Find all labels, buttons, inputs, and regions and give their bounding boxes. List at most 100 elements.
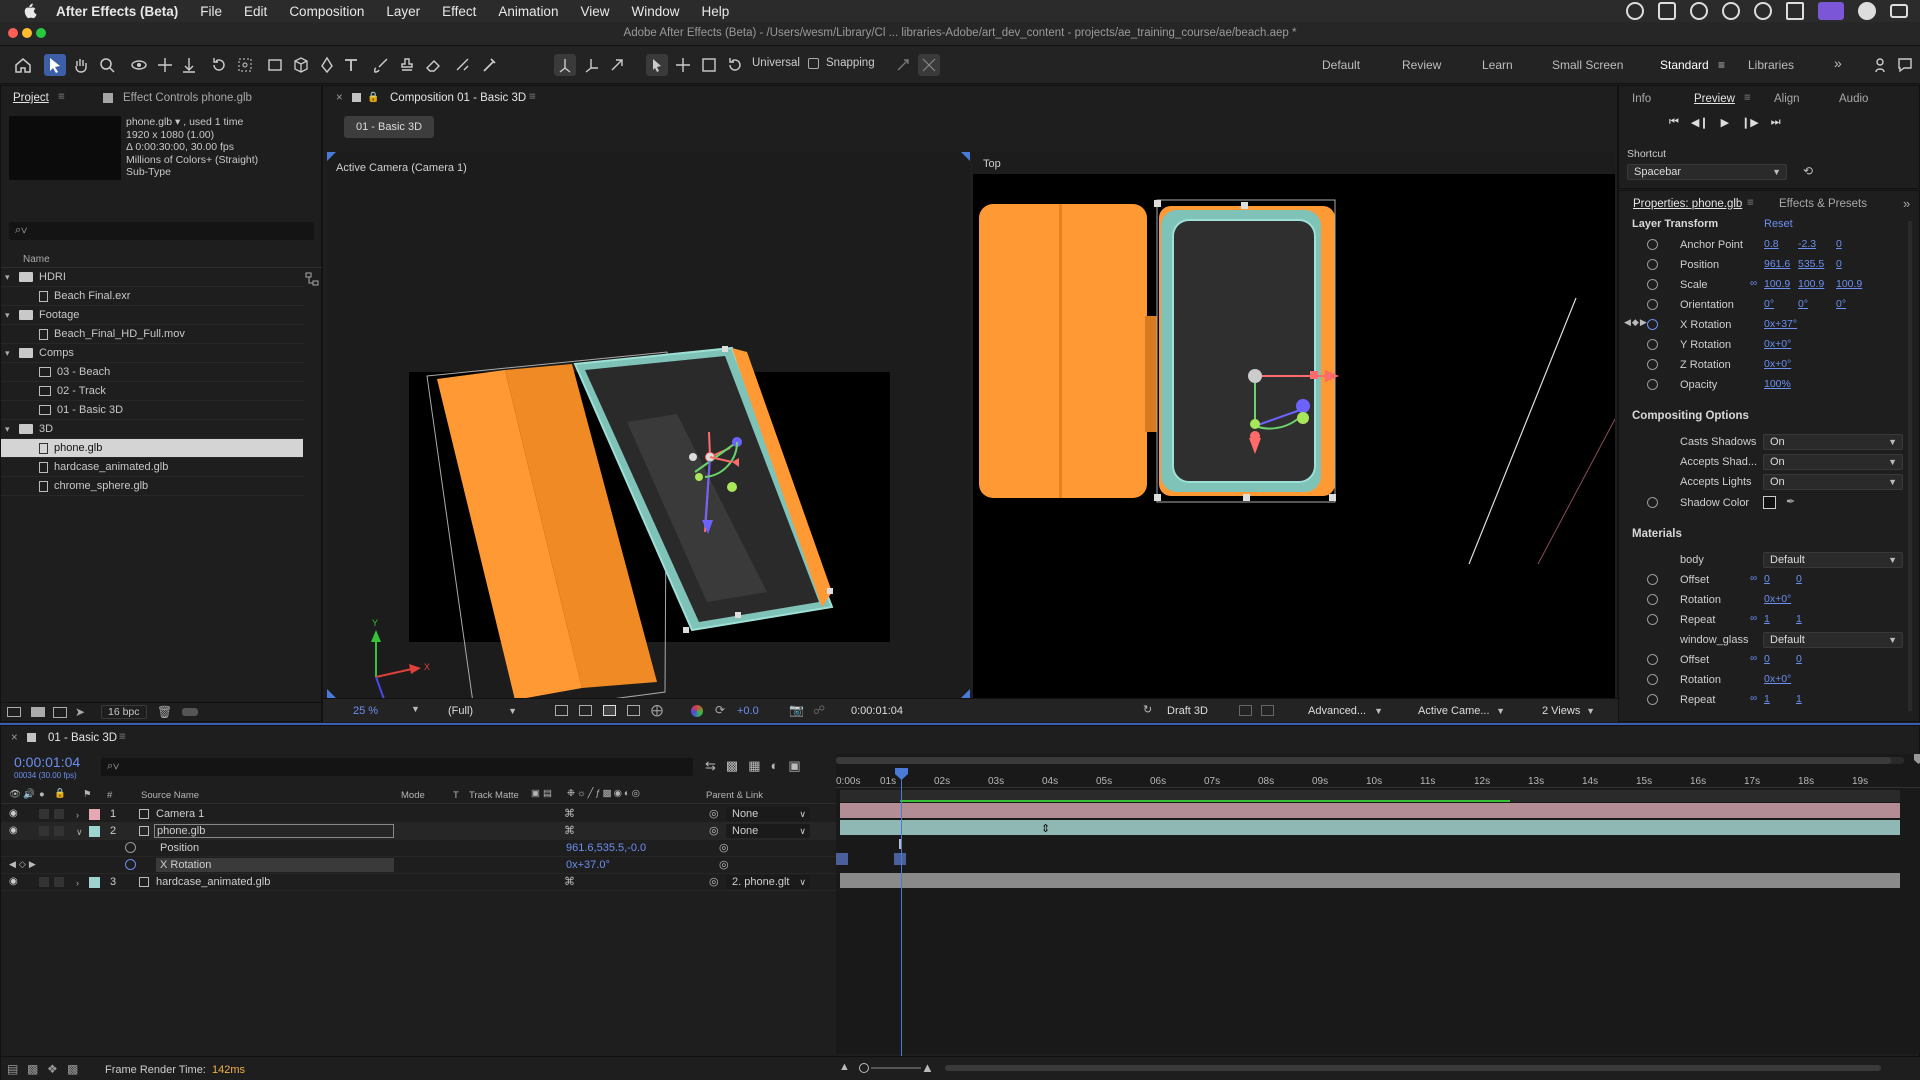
preview-tab[interactable]: Preview xyxy=(1694,93,1735,105)
stopwatch-icon[interactable] xyxy=(1647,654,1658,665)
property-value[interactable]: 0x+0° xyxy=(1764,593,1791,605)
new-folder-icon[interactable] xyxy=(31,707,45,717)
eyedropper-icon[interactable]: ✒ xyxy=(1786,495,1795,508)
name-column-header[interactable]: Name xyxy=(23,254,50,265)
pan-tool-icon[interactable] xyxy=(154,54,176,76)
rotate-tool-icon[interactable] xyxy=(208,54,230,76)
visibility-eye-icon[interactable]: ◉ xyxy=(9,876,18,887)
workspace-learn[interactable]: Learn xyxy=(1482,58,1513,72)
home-icon[interactable] xyxy=(12,54,34,76)
keyframe-navigator-icon[interactable]: ◀◇▶ xyxy=(9,859,39,870)
shortcut-dropdown[interactable]: Spacebar ▼ xyxy=(1627,164,1787,180)
project-item-row[interactable]: Beach Final.exr xyxy=(1,287,305,306)
zoom-tool-icon[interactable] xyxy=(96,54,118,76)
property-value[interactable]: 0x+37° xyxy=(1764,318,1797,330)
constrain-proportions-icon[interactable]: ∞ xyxy=(1750,278,1757,289)
lock-icon[interactable]: 🔒 xyxy=(367,92,379,103)
mode-header[interactable]: Mode xyxy=(401,790,425,801)
folder-row[interactable]: ▾ Footage xyxy=(1,306,305,325)
camera-layer-bar[interactable] xyxy=(840,803,1900,818)
renderer-icon[interactable]: ↻ xyxy=(1143,703,1152,716)
phone-layer-bar[interactable] xyxy=(840,820,1900,835)
chat-icon[interactable] xyxy=(1894,54,1916,76)
parent-dropdown[interactable]: 2. phone.glt ∨ xyxy=(726,875,810,889)
snap-options-icon[interactable] xyxy=(892,54,914,76)
menu-effect[interactable]: Effect xyxy=(442,4,476,19)
project-item-row[interactable]: 01 - Basic 3D xyxy=(1,401,305,420)
extended-viewer-icon[interactable] xyxy=(1261,705,1274,716)
compositing-dropdown[interactable]: On ▼ xyxy=(1763,454,1903,470)
solo-icon[interactable]: ● xyxy=(39,789,45,800)
local-axis-icon[interactable] xyxy=(554,54,576,76)
bluetooth-icon[interactable] xyxy=(1786,2,1804,20)
video-visibility-icon[interactable]: 👁 xyxy=(9,789,21,800)
new-composition-icon[interactable] xyxy=(53,707,67,718)
workspace-default[interactable]: Default xyxy=(1322,58,1360,72)
disclosure-triangle-icon[interactable]: ▾ xyxy=(5,348,15,359)
rectangle-tool-icon[interactable] xyxy=(264,54,286,76)
reset-exposure-icon[interactable]: ⟳ xyxy=(715,703,725,717)
close-comp-tab-icon[interactable]: × xyxy=(336,92,343,104)
effect-controls-tab[interactable]: Effect Controls phone.glb xyxy=(123,92,252,104)
expand-triangle-icon[interactable]: › xyxy=(76,810,79,820)
layer-name[interactable]: hardcase_animated.glb xyxy=(156,876,270,888)
hardcase-layer-bar[interactable] xyxy=(840,873,1900,888)
property-value[interactable]: 0 xyxy=(1836,238,1842,250)
timeline-tab[interactable]: 01 - Basic 3D xyxy=(48,732,117,744)
comment-icon[interactable]: ▩ xyxy=(67,1062,78,1076)
3d-layer-switch-icon[interactable]: ⌘ xyxy=(564,875,575,888)
draft-3d-icon[interactable]: ▩ xyxy=(726,758,738,774)
work-area-bar[interactable] xyxy=(836,757,1904,764)
roto-brush-tool-icon[interactable] xyxy=(452,54,474,76)
zoom-slider-track[interactable] xyxy=(871,1067,921,1069)
pen-tool-icon[interactable] xyxy=(316,54,338,76)
stopwatch-icon[interactable] xyxy=(1647,239,1658,250)
move-gizmo-icon[interactable] xyxy=(672,54,694,76)
property-value[interactable]: 0x+0° xyxy=(1764,338,1791,350)
close-timeline-icon[interactable]: × xyxy=(11,732,18,744)
brush-tool-icon[interactable] xyxy=(370,54,392,76)
properties-tab[interactable]: Properties: phone.glb xyxy=(1633,198,1742,210)
snapshot-camera-icon[interactable]: 📷 xyxy=(789,703,804,717)
comp-menu-icon[interactable]: ≡ xyxy=(529,91,536,103)
zoom-level[interactable]: 25 % xyxy=(353,705,378,717)
menu-composition[interactable]: Composition xyxy=(289,4,364,19)
property-value[interactable]: 100.9 xyxy=(1764,278,1790,290)
timeline-layer-row[interactable]: ◉ › 3 hardcase_animated.glb ⌘ ◎ 2. phone.glt ∨ xyxy=(1,874,836,891)
hand-tool-icon[interactable] xyxy=(70,54,92,76)
stopwatch-icon[interactable] xyxy=(1647,379,1658,390)
body-material-dropdown[interactable]: Default ▼ xyxy=(1763,552,1903,568)
snap-grid-icon[interactable] xyxy=(918,54,940,76)
stretch-icon[interactable]: ❖ xyxy=(47,1062,58,1076)
3d-layer-switch-icon[interactable]: ⌘ xyxy=(564,807,575,820)
menu-animation[interactable]: Animation xyxy=(498,4,558,19)
view-axis-icon[interactable] xyxy=(606,54,628,76)
project-item-row[interactable]: phone.glb xyxy=(1,439,303,458)
visibility-eye-icon[interactable]: ◉ xyxy=(9,808,18,819)
region-of-interest-icon[interactable] xyxy=(555,705,568,716)
timeline-horizontal-scrollbar[interactable] xyxy=(945,1065,1881,1071)
app-menu[interactable]: After Effects (Beta) xyxy=(56,4,178,19)
disclosure-triangle-icon[interactable]: ▾ xyxy=(5,424,15,435)
folder-row[interactable]: ▾ HDRI xyxy=(1,268,305,287)
layer-label-color[interactable] xyxy=(89,877,100,888)
property-value[interactable]: 0x+37.0° xyxy=(566,859,610,871)
property-value[interactable]: 0x+0° xyxy=(1764,673,1791,685)
stopwatch-icon[interactable] xyxy=(1647,594,1658,605)
stopwatch-icon[interactable] xyxy=(1647,614,1658,625)
property-value[interactable]: 1 xyxy=(1796,613,1802,625)
xrotation-keyframe-1[interactable] xyxy=(836,853,848,865)
stopwatch-icon[interactable] xyxy=(1647,694,1658,705)
advanced-dropdown[interactable]: Advanced... ▼ xyxy=(1301,703,1389,719)
menu-layer[interactable]: Layer xyxy=(386,4,420,19)
layer-name[interactable]: phone.glb xyxy=(154,824,394,838)
solo-toggle[interactable] xyxy=(39,826,49,836)
first-frame-icon[interactable]: ⏮ xyxy=(1669,116,1679,129)
expand-triangle-icon[interactable]: ∨ xyxy=(76,827,83,838)
property-value[interactable]: 961.6 xyxy=(1764,258,1790,270)
timeline-layer-row[interactable]: ◉ › 1 Camera 1 ⌘ ◎ None ∨ xyxy=(1,806,836,823)
property-value[interactable]: 1 xyxy=(1764,693,1770,705)
timeline-layer-row[interactable]: ◉ ∨ 2 phone.glb ⌘ ◎ None ∨ xyxy=(1,823,836,840)
project-item-row[interactable]: chrome_sphere.glb xyxy=(1,477,305,496)
render-time-icon[interactable]: ▤ xyxy=(7,1062,18,1076)
